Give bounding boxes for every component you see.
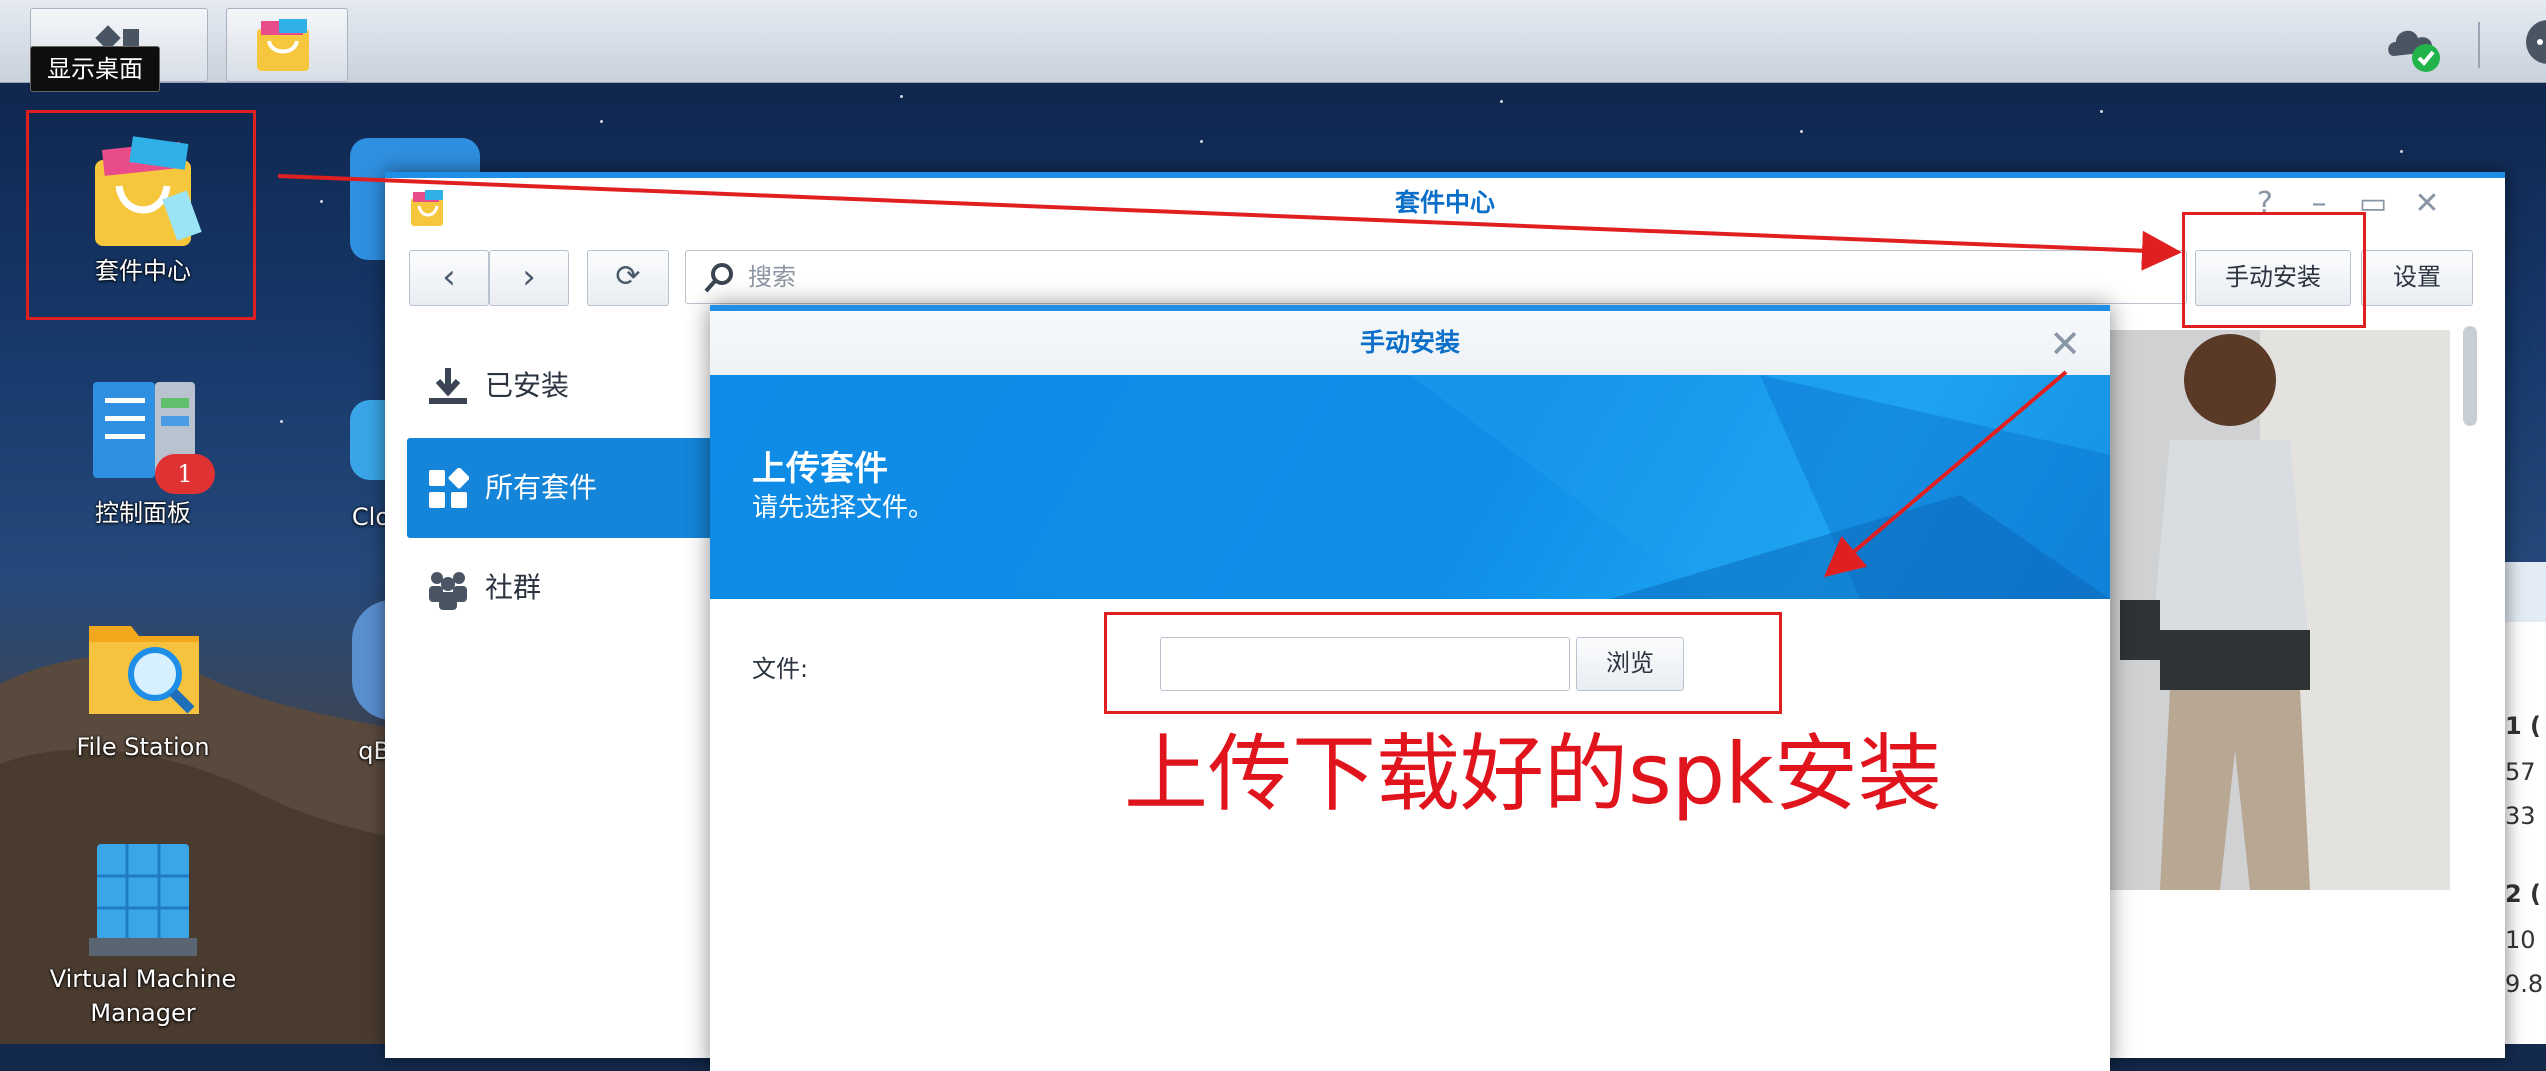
sidebar-item-label: 已安装 xyxy=(485,369,570,402)
file-label: 文件: xyxy=(752,655,809,683)
chevron-right-icon: › xyxy=(522,257,536,297)
edge-text: 1 ( xyxy=(2505,712,2542,740)
star xyxy=(2100,110,2103,113)
folder-search-icon xyxy=(81,606,205,730)
edge-text: 9.8 xyxy=(2505,970,2544,998)
package-center-icon xyxy=(411,190,443,226)
sidebar: 已安装 所有套件 社群 xyxy=(385,328,717,1058)
star xyxy=(900,95,903,98)
refresh-button[interactable]: ⟳ xyxy=(587,250,669,306)
forward-button[interactable]: › xyxy=(489,250,569,306)
edge-header xyxy=(2505,562,2546,622)
sidebar-item-label: 所有套件 xyxy=(485,471,598,504)
close-icon[interactable]: ✕ xyxy=(2040,319,2090,369)
download-icon xyxy=(429,368,467,404)
scrollbar[interactable] xyxy=(2463,326,2477,426)
desktop-icon-label-partial: qB xyxy=(358,737,390,765)
annotation-box-file-input xyxy=(1104,612,1782,714)
tray-separator xyxy=(2478,22,2480,68)
dialog-banner: 上传套件 请先选择文件。 xyxy=(710,375,2110,599)
show-desktop-tooltip: 显示桌面 xyxy=(30,46,160,92)
sidebar-item-label: 社群 xyxy=(485,571,542,604)
edge-text: 10 xyxy=(2505,926,2536,954)
package-center-icon xyxy=(257,19,309,71)
sidebar-item-installed[interactable]: 已安装 xyxy=(407,336,717,436)
taskbar: 显示桌面 xyxy=(0,0,2546,92)
desktop-icon-control-panel[interactable]: 1 控制面板 xyxy=(38,372,248,530)
chevron-left-icon: ‹ xyxy=(442,257,456,297)
desktop-icon-file-station[interactable]: File Station xyxy=(38,606,248,764)
notification-badge: 1 xyxy=(155,454,215,494)
taskbar-package-center[interactable] xyxy=(226,8,348,82)
desktop-icon-partial-cloud[interactable] xyxy=(350,400,390,480)
back-button[interactable]: ‹ xyxy=(409,250,489,306)
edge-text: 2 ( xyxy=(2505,880,2542,908)
search-icon xyxy=(704,263,733,293)
people-icon xyxy=(429,572,467,610)
server-icon xyxy=(81,838,205,962)
desktop-icon-label-partial: Clo xyxy=(351,503,390,531)
desktop-icon-vmm[interactable]: Virtual Machine Manager xyxy=(38,838,248,1030)
star xyxy=(1200,140,1203,143)
dialog-title: 手动安装 xyxy=(710,311,2110,375)
control-panel-icon: 1 xyxy=(81,372,215,496)
search-box[interactable] xyxy=(685,250,2187,304)
annotation-box-package-center xyxy=(26,110,256,320)
desktop-icon-label: Virtual Machine Manager xyxy=(49,965,237,1027)
refresh-icon: ⟳ xyxy=(615,259,641,294)
edge-text: 33 xyxy=(2505,802,2536,830)
background-window-edge: 1 ( 57 33 2 ( 10 9.8 xyxy=(2505,562,2546,1044)
star xyxy=(600,120,603,123)
chat-icon[interactable] xyxy=(2518,18,2546,70)
cloud-sync-icon[interactable] xyxy=(2384,18,2444,74)
grid-icon xyxy=(429,468,469,508)
sidebar-item-all-packages[interactable]: 所有套件 xyxy=(407,438,717,538)
star xyxy=(280,420,283,423)
annotation-text: 上传下载好的spk安装 xyxy=(1124,725,1942,823)
edge-text: 57 xyxy=(2505,758,2536,786)
desktop-icon-label: 控制面板 xyxy=(95,499,191,527)
search-input[interactable] xyxy=(746,257,2170,297)
settings-button[interactable]: 设置 xyxy=(2361,250,2473,306)
star xyxy=(1800,130,1803,133)
desktop-icon-label: File Station xyxy=(76,733,210,761)
sidebar-item-community[interactable]: 社群 xyxy=(407,538,717,638)
banner-heading: 上传套件 xyxy=(752,449,888,489)
star xyxy=(1500,100,1503,103)
banner-subtitle: 请先选择文件。 xyxy=(752,493,935,523)
star xyxy=(320,200,323,203)
featured-banner-image xyxy=(2110,330,2450,890)
close-icon[interactable]: ✕ xyxy=(2407,186,2447,222)
star xyxy=(2400,150,2403,153)
annotation-box-manual-install xyxy=(2182,212,2366,328)
